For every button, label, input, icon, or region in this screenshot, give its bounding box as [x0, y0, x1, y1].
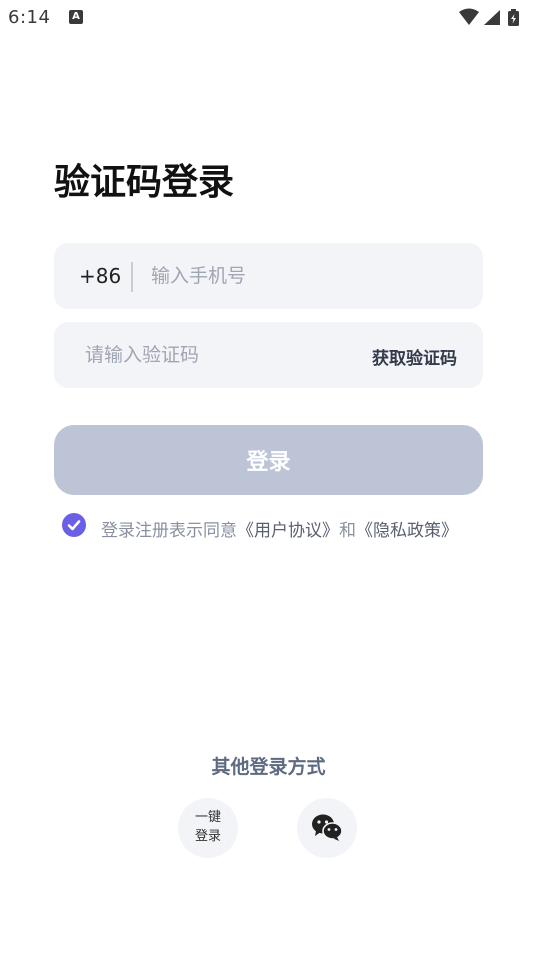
one-key-login-button[interactable]: 一键 登录 — [178, 798, 238, 858]
country-code-divider — [131, 262, 133, 292]
phone-input[interactable] — [151, 259, 451, 293]
battery-icon — [508, 9, 519, 26]
wechat-login-button[interactable] — [297, 798, 357, 858]
page-title: 验证码登录 — [54, 162, 235, 203]
agreement-text: 登录注册表示同意《用户协议》和《隐私政策》 — [101, 516, 458, 541]
status-bar: 6:14 — [0, 0, 537, 36]
user-agreement-link[interactable]: 《用户协议》 — [237, 521, 339, 541]
other-login-title: 其他登录方式 — [211, 756, 326, 778]
code-field[interactable]: 获取验证码 — [54, 322, 483, 388]
privacy-policy-link[interactable]: 《隐私政策》 — [356, 521, 458, 541]
login-button[interactable]: 登录 — [54, 425, 483, 495]
agreement-checkbox[interactable] — [62, 513, 86, 537]
notification-app-icon — [69, 10, 83, 24]
check-icon — [67, 520, 81, 531]
wechat-icon — [312, 814, 343, 841]
country-code[interactable]: +86 — [79, 264, 121, 288]
cellular-signal-icon — [484, 10, 500, 25]
agreement-and: 和 — [339, 521, 356, 541]
get-code-button[interactable]: 获取验证码 — [372, 344, 457, 369]
wifi-icon — [459, 8, 479, 25]
agreement-prefix: 登录注册表示同意 — [101, 521, 237, 541]
one-key-login-label: 一键 登录 — [194, 810, 221, 844]
status-time: 6:14 — [8, 7, 51, 28]
verification-code-input[interactable] — [85, 338, 335, 372]
status-indicators — [459, 8, 519, 26]
phone-field[interactable]: +86 — [54, 243, 483, 309]
login-screen: 6:14 验证码登录 +86 获取验证码 登录 登录注册表示同意《用户协议》和《… — [0, 0, 537, 954]
